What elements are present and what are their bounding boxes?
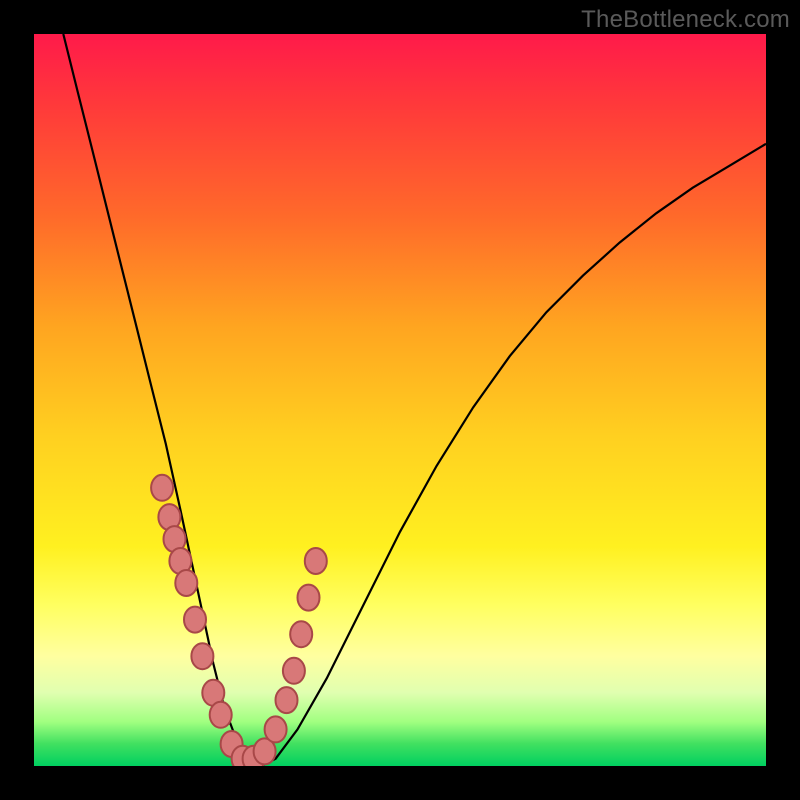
data-marker <box>276 687 298 713</box>
chart-svg <box>34 34 766 766</box>
left-branch-markers <box>151 475 254 766</box>
data-marker <box>184 607 206 633</box>
data-marker <box>191 643 213 669</box>
bottleneck-curve <box>63 34 766 766</box>
watermark-text: TheBottleneck.com <box>581 6 790 34</box>
data-marker <box>210 702 232 728</box>
data-marker <box>265 716 287 742</box>
data-marker <box>305 548 327 574</box>
data-marker <box>283 658 305 684</box>
chart-frame: TheBottleneck.com <box>0 0 800 800</box>
data-marker <box>298 585 320 611</box>
right-branch-markers <box>243 548 327 766</box>
data-marker <box>175 570 197 596</box>
data-marker <box>151 475 173 501</box>
plot-area <box>34 34 766 766</box>
data-marker <box>290 621 312 647</box>
